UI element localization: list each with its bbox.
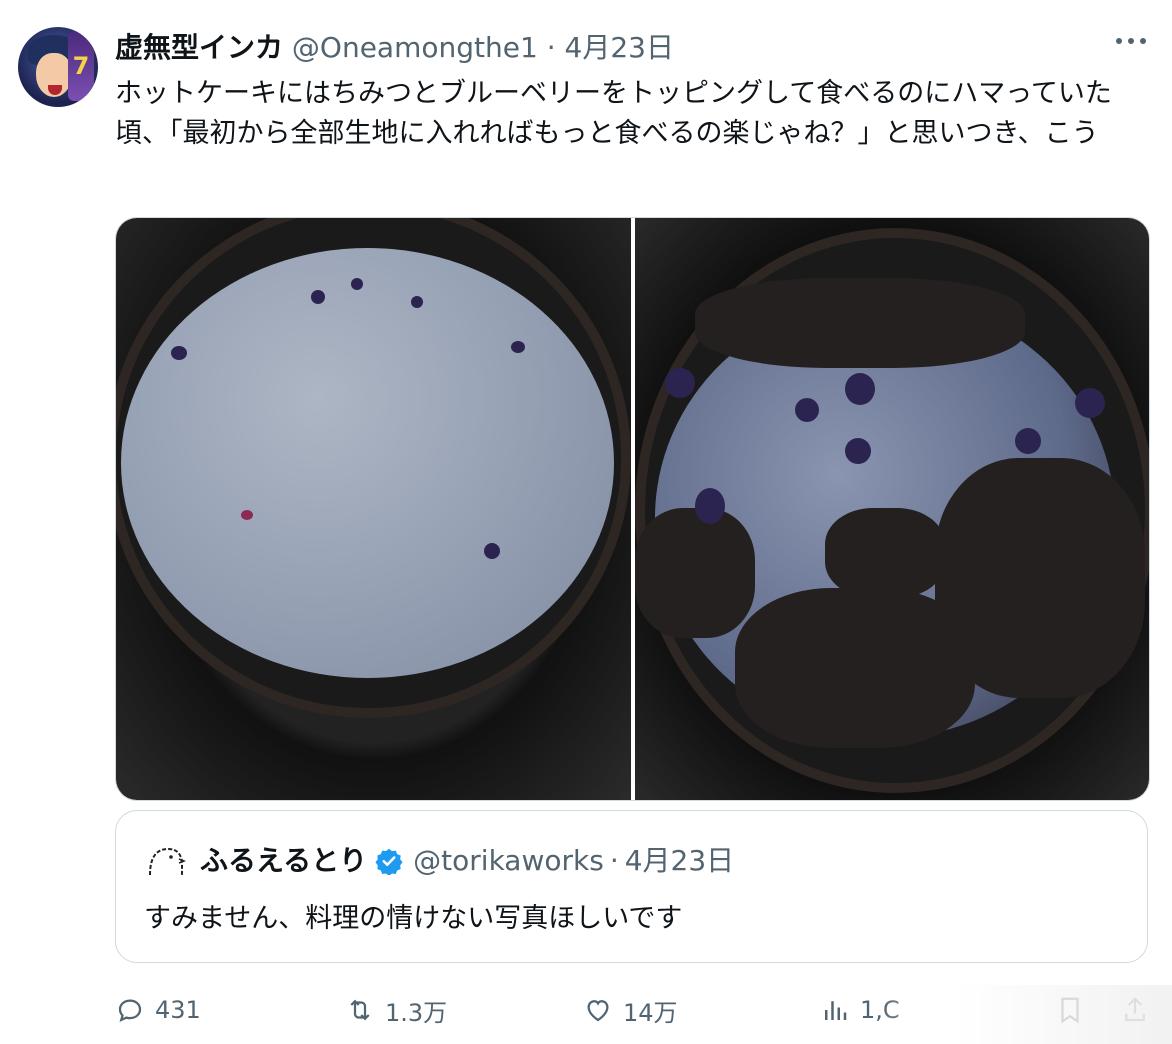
verified-icon <box>375 848 403 875</box>
blueberry <box>1015 428 1041 454</box>
blueberry <box>511 341 525 353</box>
author-name[interactable]: 虚無型インカ <box>115 31 283 64</box>
photo-burnt-pancake[interactable] <box>635 218 1149 800</box>
author-handle[interactable]: @Oneamongthe1 <box>292 31 538 64</box>
tweet-media[interactable] <box>115 217 1150 801</box>
retweet-icon <box>350 999 370 1021</box>
tweet-header: 虚無型インカ @Oneamongthe1 · 4月23日 <box>115 30 674 66</box>
retweet-button[interactable]: 1.3万 <box>345 990 447 1030</box>
like-button[interactable]: 14万 <box>583 990 678 1030</box>
blueberry <box>311 290 325 304</box>
tweet-text: ホットケーキにはちみつとブルーベリーをトッピングして食べるのにハマっていた頃、「… <box>115 78 1112 149</box>
burnt-piece <box>695 278 1025 368</box>
header-separator: · <box>546 31 556 64</box>
reply-icon <box>118 999 142 1023</box>
blueberry <box>351 278 363 290</box>
image-fade-overlay <box>880 985 1172 1044</box>
quote-header-separator: · <box>609 844 619 877</box>
like-count: 14万 <box>623 998 678 1027</box>
burnt-piece <box>635 508 755 638</box>
blueberry <box>1075 388 1105 418</box>
quote-author-name[interactable]: ふるえるとり <box>200 841 367 881</box>
blueberry <box>411 296 423 308</box>
burnt-piece <box>825 508 945 598</box>
photo-batter-pancake[interactable] <box>116 218 631 800</box>
burnt-piece <box>935 458 1145 698</box>
retweet-count: 1.3万 <box>385 998 448 1027</box>
blueberry <box>845 373 875 405</box>
reply-count: 431 <box>155 996 201 1024</box>
quote-author-handle[interactable]: @torikaworks <box>413 841 604 881</box>
blue-batter <box>121 248 614 678</box>
blueberry <box>695 488 725 524</box>
avatar-badge: 7 <box>68 31 94 101</box>
views-icon <box>825 1001 847 1020</box>
blueberry <box>484 543 500 559</box>
blueberry <box>845 438 871 464</box>
quote-header: ふるえるとり @torikaworks · 4月23日 <box>200 841 734 881</box>
quoted-tweet[interactable]: ふるえるとり @torikaworks · 4月23日 すみません、料理の情けな… <box>115 810 1148 963</box>
berry-juice <box>241 510 253 520</box>
tweet-date[interactable]: 4月23日 <box>565 31 674 64</box>
quote-text: すみません、料理の情けない写真ほしいです <box>144 903 683 934</box>
like-icon <box>587 1000 609 1022</box>
blueberry <box>795 398 819 422</box>
reply-button[interactable]: 431 <box>115 990 201 1030</box>
more-icon[interactable] <box>1116 38 1146 44</box>
quote-author-avatar-icon[interactable] <box>146 841 186 881</box>
author-avatar[interactable]: 7 <box>18 27 98 107</box>
quote-date[interactable]: 4月23日 <box>625 841 734 881</box>
blueberry <box>171 346 187 360</box>
blueberry <box>665 368 695 398</box>
